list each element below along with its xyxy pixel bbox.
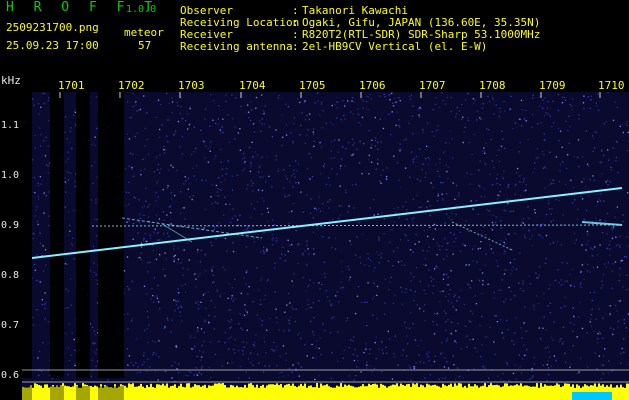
meteor-count: 57 bbox=[138, 39, 152, 52]
time-tick-label: 1708 bbox=[479, 79, 506, 92]
frequency-tick-label: 1.0 bbox=[1, 170, 20, 181]
time-tick-label: 1707 bbox=[419, 79, 446, 92]
time-tick-label: 1702 bbox=[118, 79, 145, 92]
info-colon: : bbox=[292, 40, 299, 53]
time-tick-label: 1709 bbox=[539, 79, 566, 92]
frequency-unit-label: kHz bbox=[1, 74, 21, 87]
frequency-tick-label: 0.7 bbox=[1, 320, 20, 331]
time-tick-label: 1703 bbox=[178, 79, 205, 92]
file-name: 2509231700.png bbox=[6, 21, 99, 34]
info-value-antenna: 2el-HB9CV Vertical (el. E-W) bbox=[302, 40, 488, 53]
frequency-tick-label: 1.1 bbox=[1, 120, 20, 131]
meteor-label: meteor bbox=[124, 26, 164, 39]
time-tick-label: 1701 bbox=[58, 79, 85, 92]
info-label-antenna: Receiving antenna bbox=[180, 40, 293, 53]
frequency-tick-label: 0.9 bbox=[1, 220, 20, 231]
time-tick-label: 1710 bbox=[598, 79, 625, 92]
time-axis: 1701 1702 1703 1704 1705 1706 1707 1708 1709 1710 bbox=[0, 72, 629, 94]
frequency-tick-label: 0.8 bbox=[1, 270, 20, 281]
time-tick-label: 1705 bbox=[299, 79, 326, 92]
time-tick-label: 1704 bbox=[239, 79, 266, 92]
app-version: 1.0.0 bbox=[126, 4, 157, 15]
date-time: 25.09.23 17:00 bbox=[6, 39, 99, 52]
time-tick-label: 1706 bbox=[359, 79, 386, 92]
header-panel: H R O F F T 1.0.0 2509231700.png 25.09.2… bbox=[0, 0, 629, 72]
frequency-tick-label: 0.6 bbox=[1, 370, 20, 381]
spectrogram bbox=[22, 92, 629, 400]
